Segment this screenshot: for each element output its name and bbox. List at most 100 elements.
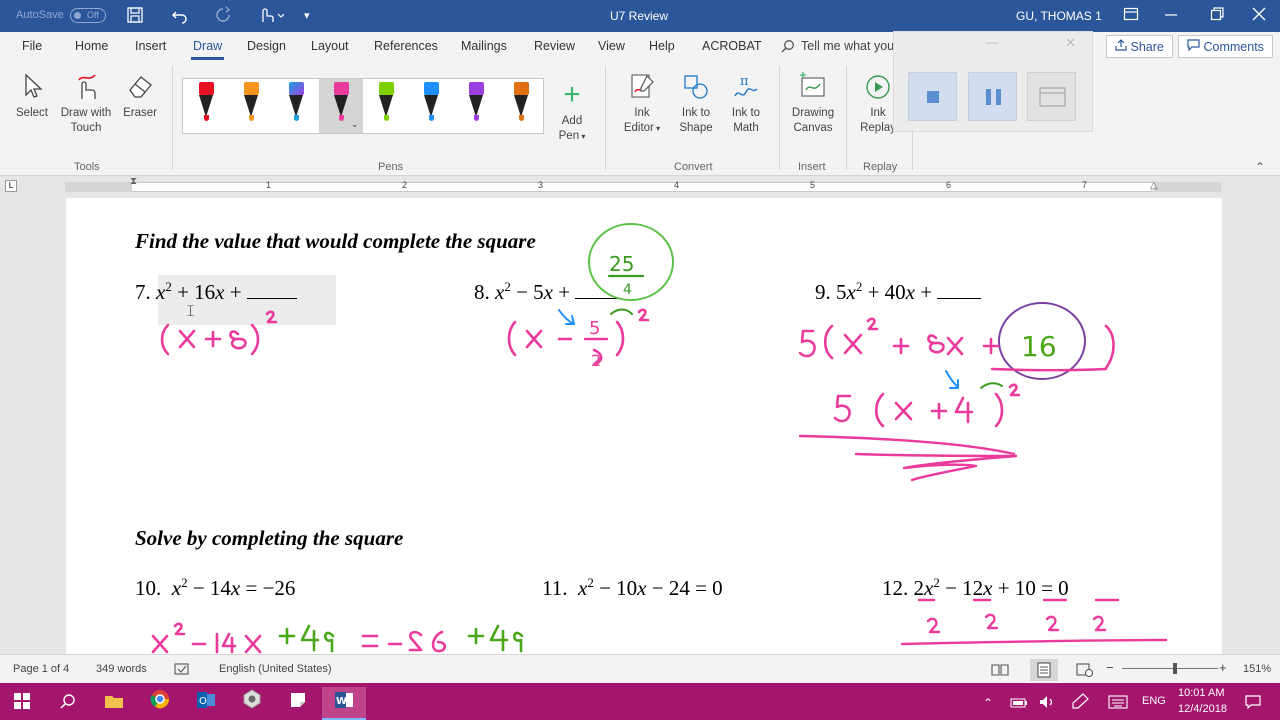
touch-keyboard-icon[interactable]	[1104, 687, 1132, 720]
pen-pink-selected[interactable]: ⌄	[319, 79, 363, 133]
windows-start-icon[interactable]	[0, 687, 44, 720]
action-center-icon[interactable]	[1238, 687, 1268, 720]
ruler-number: 6	[946, 180, 952, 190]
zoom-out-icon[interactable]: −	[1106, 660, 1114, 675]
ink-editor-icon	[620, 72, 664, 102]
autosave-toggle[interactable]: Off	[70, 8, 106, 23]
divider	[605, 66, 606, 170]
ink-editor-button[interactable]: Ink Editor ▾	[620, 72, 664, 136]
pen-purple[interactable]	[454, 79, 498, 133]
pen-options-chevron-icon[interactable]: ⌄	[351, 119, 359, 130]
svg-text:W: W	[336, 696, 347, 707]
outlook-icon[interactable]: O	[184, 687, 228, 720]
pen-galaxy[interactable]	[274, 79, 318, 133]
drawing-canvas-button[interactable]: Drawing Canvas	[788, 72, 838, 136]
ink-tick-8	[610, 308, 633, 315]
search-icon[interactable]	[46, 687, 90, 720]
tab-review[interactable]: Review	[534, 39, 575, 53]
pen-blue[interactable]	[409, 79, 453, 133]
tab-view[interactable]: View	[598, 39, 625, 53]
tab-insert[interactable]: Insert	[135, 39, 166, 53]
recorder-stop-button[interactable]	[908, 72, 957, 121]
ink-to-math-icon: π	[724, 72, 768, 102]
add-pen-button[interactable]: + Add Pen ▾	[552, 80, 592, 144]
pen-workspace-icon[interactable]	[1068, 687, 1092, 720]
volume-icon[interactable]	[1036, 687, 1058, 720]
indent-marker-icon[interactable]: ⧗	[130, 176, 137, 187]
input-language[interactable]: ENG	[1142, 695, 1166, 707]
word-count[interactable]: 349 words	[96, 663, 147, 675]
tab-mailings[interactable]: Mailings	[461, 39, 507, 53]
redo-icon[interactable]	[214, 6, 232, 28]
draw-with-touch-button[interactable]: Draw with Touch	[58, 72, 114, 136]
app-icon[interactable]	[230, 687, 274, 720]
ruler-track	[65, 182, 1221, 192]
undo-icon[interactable]	[171, 6, 189, 28]
print-layout-icon[interactable]	[1030, 659, 1058, 681]
tab-help[interactable]: Help	[649, 39, 675, 53]
search-icon[interactable]	[781, 39, 795, 56]
horizontal-ruler[interactable]: L ⧗ △ 1 2 3 4 5 6 7	[0, 176, 1280, 198]
zoom-slider[interactable]	[1122, 668, 1218, 669]
tab-acrobat[interactable]: ACROBAT	[702, 39, 762, 53]
pen-brown-orange[interactable]	[499, 79, 543, 133]
share-button[interactable]: Share	[1106, 35, 1173, 58]
recorder-capture-button[interactable]	[1027, 72, 1076, 121]
recorder-pause-button[interactable]	[968, 72, 1017, 121]
recorder-close-icon[interactable]: ✕	[1065, 35, 1076, 51]
page-count[interactable]: Page 1 of 4	[13, 663, 69, 675]
clock-date[interactable]: 12/4/2018	[1178, 703, 1227, 715]
tab-stop-selector[interactable]: L	[5, 180, 17, 192]
customize-qat-icon[interactable]: ▾	[304, 9, 310, 22]
clock-time[interactable]: 10:01 AM	[1178, 687, 1224, 699]
screen-recorder-panel: — ✕	[893, 31, 1093, 132]
ruler-left-margin	[65, 182, 132, 192]
pen-green[interactable]	[364, 79, 408, 133]
save-icon[interactable]	[126, 6, 144, 28]
chrome-icon[interactable]	[138, 687, 182, 720]
web-layout-icon[interactable]	[1076, 663, 1094, 680]
zoom-slider-thumb[interactable]	[1173, 663, 1177, 674]
zoom-in-icon[interactable]: +	[1219, 660, 1227, 675]
close-icon[interactable]	[1252, 6, 1266, 26]
word-taskbar-icon[interactable]: W	[322, 687, 366, 720]
tab-file[interactable]: File	[22, 39, 42, 53]
touch-mode-icon[interactable]	[258, 6, 285, 28]
battery-icon[interactable]	[1008, 687, 1030, 720]
sticky-notes-icon[interactable]	[276, 687, 320, 720]
ink-arrow-8	[558, 309, 575, 325]
ruler-right-margin	[1154, 182, 1221, 192]
ink-to-shape-button[interactable]: Ink to Shape	[674, 72, 718, 136]
pen-orange[interactable]	[229, 79, 273, 133]
tab-draw[interactable]: Draw	[190, 39, 225, 60]
tab-layout[interactable]: Layout	[311, 39, 349, 53]
language[interactable]: English (United States)	[219, 663, 332, 675]
eraser-button[interactable]: Eraser	[120, 72, 160, 121]
recorder-minimize-icon[interactable]: —	[986, 35, 998, 49]
pen-red[interactable]	[184, 79, 228, 133]
restore-icon[interactable]	[1210, 6, 1224, 26]
divider	[846, 66, 847, 170]
right-indent-marker-icon[interactable]: △	[1150, 180, 1158, 191]
tab-design[interactable]: Design	[247, 39, 286, 53]
eraser-icon	[120, 72, 160, 102]
screenshot-icon	[1039, 87, 1066, 107]
user-name[interactable]: GU, THOMAS 1	[1016, 9, 1102, 23]
comments-button[interactable]: Comments	[1178, 35, 1273, 58]
ruler-number: 5	[810, 180, 816, 190]
minimize-icon[interactable]	[1164, 6, 1178, 26]
ink-to-math-button[interactable]: π Ink to Math	[724, 72, 768, 136]
zoom-level[interactable]: 151%	[1243, 663, 1271, 675]
document-page[interactable]: Find the value that would complete the s…	[66, 198, 1222, 654]
show-hidden-icons-icon[interactable]: ⌃	[978, 687, 998, 720]
tab-references[interactable]: References	[374, 39, 438, 53]
read-mode-icon[interactable]	[991, 663, 1009, 679]
divider	[779, 66, 780, 170]
file-explorer-icon[interactable]	[92, 687, 136, 720]
collapse-ribbon-icon[interactable]: ⌃	[1255, 160, 1265, 174]
proofing-icon[interactable]	[174, 663, 190, 679]
ruler-number: 7	[1082, 180, 1088, 190]
tab-home[interactable]: Home	[75, 39, 108, 53]
ribbon-display-options-icon[interactable]	[1123, 6, 1139, 26]
select-button[interactable]: Select	[12, 72, 52, 121]
